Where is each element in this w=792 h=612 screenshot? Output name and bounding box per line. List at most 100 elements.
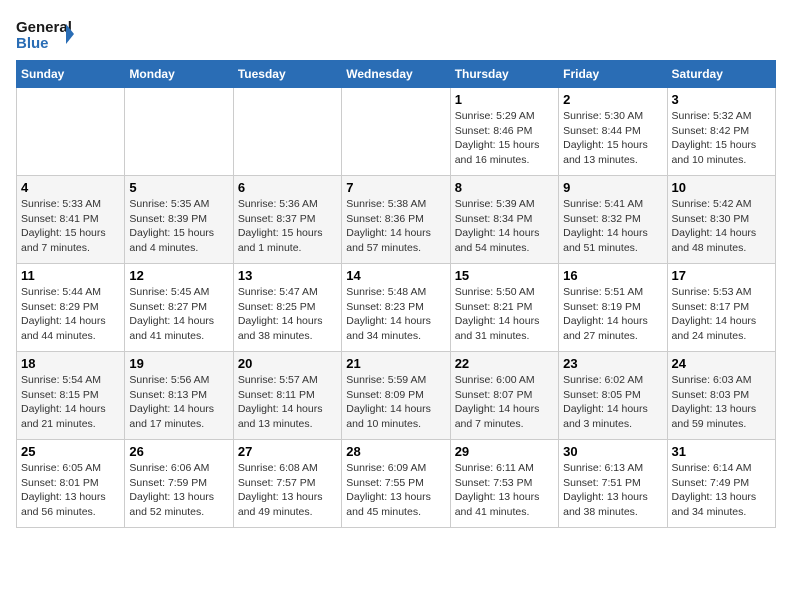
day-number: 9 — [563, 180, 662, 195]
calendar-week-5: 25Sunrise: 6:05 AMSunset: 8:01 PMDayligh… — [17, 440, 776, 528]
calendar-cell — [125, 88, 233, 176]
calendar-cell: 21 Sunrise: 5:59 AMSunset: 8:09 PMDayligh… — [342, 352, 450, 440]
day-info: Sunrise: 5:48 AMSunset: 8:23 PMDaylight:… — [346, 285, 445, 344]
day-number: 12 — [129, 268, 228, 283]
day-number: 8 — [455, 180, 554, 195]
calendar-week-3: 11Sunrise: 5:44 AMSunset: 8:29 PMDayligh… — [17, 264, 776, 352]
calendar-cell — [342, 88, 450, 176]
day-number: 17 — [672, 268, 771, 283]
day-number: 1 — [455, 92, 554, 107]
calendar-cell: 9Sunrise: 5:41 AMSunset: 8:32 PMDaylight… — [559, 176, 667, 264]
day-number: 6 — [238, 180, 337, 195]
calendar-week-2: 4 Sunrise: 5:33 AMSunset: 8:41 PMDaylight… — [17, 176, 776, 264]
calendar-cell: 11Sunrise: 5:44 AMSunset: 8:29 PMDayligh… — [17, 264, 125, 352]
day-info: Sunrise: 5:33 AMSunset: 8:41 PMDaylight:… — [21, 197, 120, 256]
day-info: Sunrise: 5:56 AMSunset: 8:13 PMDaylight:… — [129, 373, 228, 432]
day-info: Sunrise: 5:39 AMSunset: 8:34 PMDaylight:… — [455, 197, 554, 256]
day-number: 19 — [129, 356, 228, 371]
day-info: Sunrise: 5:54 AMSunset: 8:15 PMDaylight:… — [21, 373, 120, 432]
day-number: 18 — [21, 356, 120, 371]
page-header: GeneralBlue — [16, 16, 776, 52]
calendar-cell: 16 Sunrise: 5:51 AMSunset: 8:19 PMDayligh… — [559, 264, 667, 352]
day-number: 30 — [563, 444, 662, 459]
calendar-cell: 4 Sunrise: 5:33 AMSunset: 8:41 PMDaylight… — [17, 176, 125, 264]
calendar-cell — [233, 88, 341, 176]
day-info: Sunrise: 6:13 AMSunset: 7:51 PMDaylight:… — [563, 461, 662, 520]
day-info: Sunrise: 5:51 AMSunset: 8:19 PMDaylight:… — [563, 285, 662, 344]
day-number: 21 — [346, 356, 445, 371]
day-number: 25 — [21, 444, 120, 459]
day-info: Sunrise: 6:02 AMSunset: 8:05 PMDaylight:… — [563, 373, 662, 432]
day-number: 23 — [563, 356, 662, 371]
calendar-cell: 29 Sunrise: 6:11 AMSunset: 7:53 PMDayligh… — [450, 440, 558, 528]
header-day-friday: Friday — [559, 61, 667, 88]
calendar-table: SundayMondayTuesdayWednesdayThursdayFrid… — [16, 60, 776, 528]
calendar-header-row: SundayMondayTuesdayWednesdayThursdayFrid… — [17, 61, 776, 88]
day-info: Sunrise: 6:11 AMSunset: 7:53 PMDaylight:… — [455, 461, 554, 520]
day-number: 16 — [563, 268, 662, 283]
calendar-cell — [17, 88, 125, 176]
svg-text:Blue: Blue — [16, 35, 49, 52]
calendar-cell: 18 Sunrise: 5:54 AMSunset: 8:15 PMDayligh… — [17, 352, 125, 440]
calendar-cell: 5 Sunrise: 5:35 AMSunset: 8:39 PMDaylight… — [125, 176, 233, 264]
header-day-wednesday: Wednesday — [342, 61, 450, 88]
day-number: 2 — [563, 92, 662, 107]
calendar-cell: 23 Sunrise: 6:02 AMSunset: 8:05 PMDayligh… — [559, 352, 667, 440]
day-number: 26 — [129, 444, 228, 459]
logo: GeneralBlue — [16, 16, 76, 52]
day-info: Sunrise: 5:32 AMSunset: 8:42 PMDaylight:… — [672, 109, 771, 168]
header-day-thursday: Thursday — [450, 61, 558, 88]
day-info: Sunrise: 5:57 AMSunset: 8:11 PMDaylight:… — [238, 373, 337, 432]
calendar-week-1: 1 Sunrise: 5:29 AMSunset: 8:46 PMDaylight… — [17, 88, 776, 176]
day-number: 24 — [672, 356, 771, 371]
day-number: 31 — [672, 444, 771, 459]
day-number: 27 — [238, 444, 337, 459]
calendar-cell: 22 Sunrise: 6:00 AMSunset: 8:07 PMDayligh… — [450, 352, 558, 440]
calendar-cell: 20 Sunrise: 5:57 AMSunset: 8:11 PMDayligh… — [233, 352, 341, 440]
day-info: Sunrise: 6:06 AMSunset: 7:59 PMDaylight:… — [129, 461, 228, 520]
day-number: 20 — [238, 356, 337, 371]
calendar-week-4: 18 Sunrise: 5:54 AMSunset: 8:15 PMDayligh… — [17, 352, 776, 440]
day-info: Sunrise: 6:00 AMSunset: 8:07 PMDaylight:… — [455, 373, 554, 432]
svg-text:General: General — [16, 19, 72, 36]
header-day-monday: Monday — [125, 61, 233, 88]
day-number: 28 — [346, 444, 445, 459]
day-number: 4 — [21, 180, 120, 195]
day-number: 15 — [455, 268, 554, 283]
logo-icon: GeneralBlue — [16, 16, 76, 52]
calendar-cell: 6 Sunrise: 5:36 AMSunset: 8:37 PMDaylight… — [233, 176, 341, 264]
calendar-cell: 28 Sunrise: 6:09 AMSunset: 7:55 PMDayligh… — [342, 440, 450, 528]
day-info: Sunrise: 6:08 AMSunset: 7:57 PMDaylight:… — [238, 461, 337, 520]
calendar-cell: 13Sunrise: 5:47 AMSunset: 8:25 PMDayligh… — [233, 264, 341, 352]
day-info: Sunrise: 5:30 AMSunset: 8:44 PMDaylight:… — [563, 109, 662, 168]
calendar-cell: 30 Sunrise: 6:13 AMSunset: 7:51 PMDayligh… — [559, 440, 667, 528]
calendar-cell: 19 Sunrise: 5:56 AMSunset: 8:13 PMDayligh… — [125, 352, 233, 440]
day-info: Sunrise: 5:45 AMSunset: 8:27 PMDaylight:… — [129, 285, 228, 344]
day-number: 10 — [672, 180, 771, 195]
calendar-cell: 3 Sunrise: 5:32 AMSunset: 8:42 PMDaylight… — [667, 88, 775, 176]
day-info: Sunrise: 6:09 AMSunset: 7:55 PMDaylight:… — [346, 461, 445, 520]
day-number: 22 — [455, 356, 554, 371]
day-number: 29 — [455, 444, 554, 459]
calendar-cell: 31Sunrise: 6:14 AMSunset: 7:49 PMDayligh… — [667, 440, 775, 528]
calendar-cell: 10Sunrise: 5:42 AMSunset: 8:30 PMDayligh… — [667, 176, 775, 264]
day-number: 3 — [672, 92, 771, 107]
calendar-cell: 7 Sunrise: 5:38 AMSunset: 8:36 PMDaylight… — [342, 176, 450, 264]
day-number: 5 — [129, 180, 228, 195]
day-number: 7 — [346, 180, 445, 195]
day-info: Sunrise: 5:59 AMSunset: 8:09 PMDaylight:… — [346, 373, 445, 432]
day-info: Sunrise: 5:36 AMSunset: 8:37 PMDaylight:… — [238, 197, 337, 256]
calendar-cell: 1 Sunrise: 5:29 AMSunset: 8:46 PMDaylight… — [450, 88, 558, 176]
calendar-cell: 12 Sunrise: 5:45 AMSunset: 8:27 PMDayligh… — [125, 264, 233, 352]
day-info: Sunrise: 5:47 AMSunset: 8:25 PMDaylight:… — [238, 285, 337, 344]
calendar-cell: 2 Sunrise: 5:30 AMSunset: 8:44 PMDaylight… — [559, 88, 667, 176]
day-number: 14 — [346, 268, 445, 283]
day-info: Sunrise: 6:03 AMSunset: 8:03 PMDaylight:… — [672, 373, 771, 432]
header-day-sunday: Sunday — [17, 61, 125, 88]
day-info: Sunrise: 5:38 AMSunset: 8:36 PMDaylight:… — [346, 197, 445, 256]
day-info: Sunrise: 5:29 AMSunset: 8:46 PMDaylight:… — [455, 109, 554, 168]
calendar-cell: 14 Sunrise: 5:48 AMSunset: 8:23 PMDayligh… — [342, 264, 450, 352]
calendar-cell: 15Sunrise: 5:50 AMSunset: 8:21 PMDayligh… — [450, 264, 558, 352]
day-info: Sunrise: 5:35 AMSunset: 8:39 PMDaylight:… — [129, 197, 228, 256]
day-info: Sunrise: 5:44 AMSunset: 8:29 PMDaylight:… — [21, 285, 120, 344]
